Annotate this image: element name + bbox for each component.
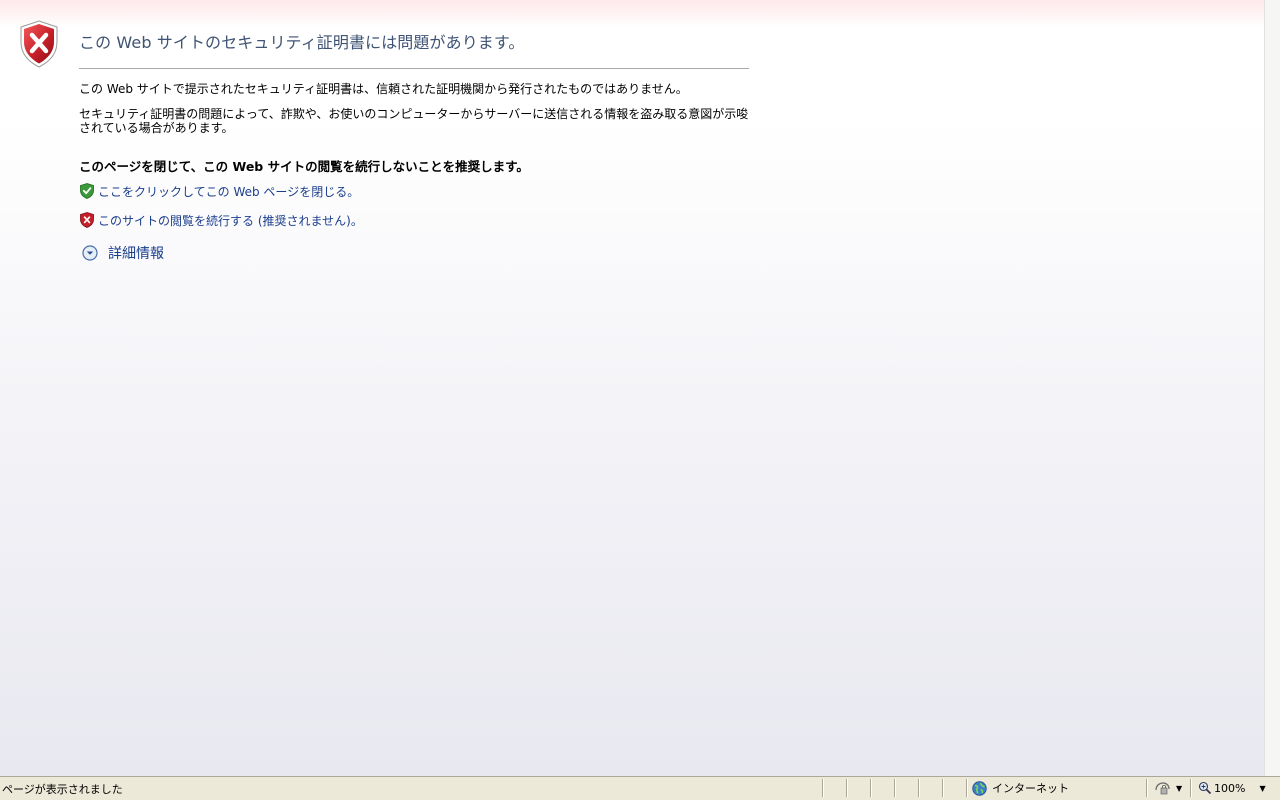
chevron-down-icon: ▼ xyxy=(1176,783,1183,793)
zone-label: インターネット xyxy=(992,782,1069,795)
zoom-control[interactable]: 100% ▼ xyxy=(1198,779,1266,797)
protected-mode-icon xyxy=(1155,782,1170,795)
title-divider xyxy=(79,68,749,69)
recommendation-text: このページを閉じて、この Web サイトの閲覧を続行しないことを推奨します。 xyxy=(79,159,529,174)
globe-icon xyxy=(972,780,987,796)
more-info-toggle[interactable]: 詳細情報 xyxy=(82,243,164,263)
vertical-scrollbar[interactable] xyxy=(1264,0,1280,776)
close-page-link-row[interactable]: ここをクリックしてこの Web ページを閉じる。 xyxy=(80,182,359,200)
green-shield-icon xyxy=(80,183,94,199)
status-divider xyxy=(870,779,872,797)
status-divider xyxy=(1146,779,1148,797)
status-divider xyxy=(1190,779,1192,797)
zoom-level: 100% xyxy=(1214,781,1246,795)
close-page-link[interactable]: ここをクリックしてこの Web ページを閉じる。 xyxy=(98,183,359,200)
status-divider xyxy=(846,779,848,797)
red-shield-icon xyxy=(80,212,94,228)
error-shield-icon xyxy=(20,20,58,68)
continue-site-link[interactable]: このサイトの閲覧を続行する (推奨されません)。 xyxy=(98,212,363,229)
protected-mode-button[interactable]: ▼ xyxy=(1154,779,1182,797)
magnifier-icon xyxy=(1198,781,1212,795)
page-content: この Web サイトのセキュリティ証明書には問題があります。 この Web サイ… xyxy=(0,0,1264,776)
status-text: ページが表示されました xyxy=(2,783,123,796)
status-divider xyxy=(822,779,824,797)
expand-circle-icon[interactable] xyxy=(82,245,98,261)
certificate-issue-text: この Web サイトで提示されたセキュリティ証明書は、信頼された証明機関から発行… xyxy=(79,82,688,96)
status-bar: ページが表示されました インターネット ▼ 100% ▼ xyxy=(0,776,1280,800)
status-divider xyxy=(966,779,968,797)
certificate-risk-text: セキュリティ証明書の問題によって、詐欺や、お使いのコンピューターからサーバーに送… xyxy=(79,107,749,135)
security-zone[interactable]: インターネット xyxy=(972,779,1069,797)
status-divider xyxy=(918,779,920,797)
status-divider xyxy=(942,779,944,797)
chevron-down-icon: ▼ xyxy=(1259,783,1266,793)
page-title: この Web サイトのセキュリティ証明書には問題があります。 xyxy=(79,33,525,52)
more-info-label[interactable]: 詳細情報 xyxy=(108,243,164,263)
continue-site-link-row[interactable]: このサイトの閲覧を続行する (推奨されません)。 xyxy=(80,211,363,229)
status-divider xyxy=(894,779,896,797)
